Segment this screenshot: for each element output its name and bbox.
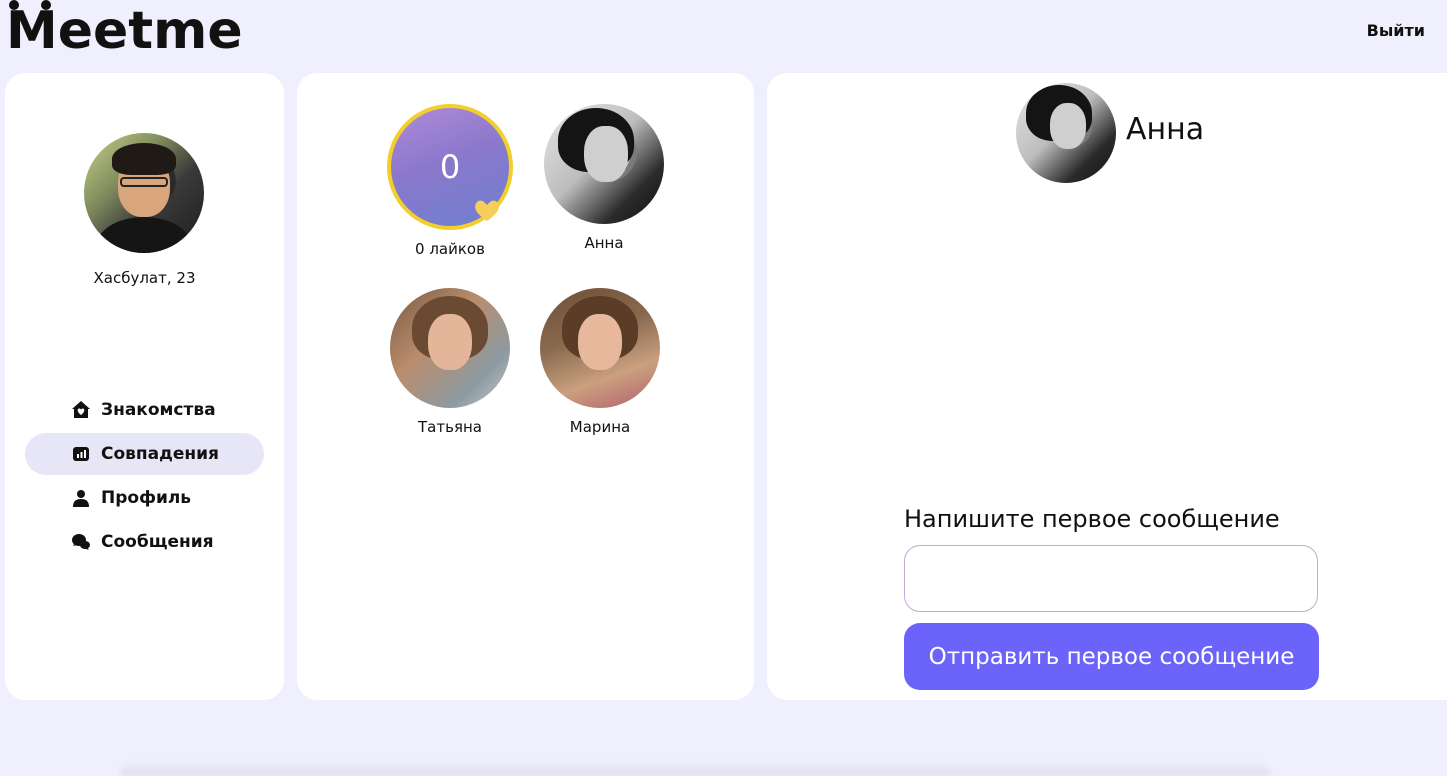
- sidebar-panel: Хасбулат, 23 Знакомства Совпадения Профи…: [5, 73, 284, 700]
- bottom-shadow: [120, 762, 1270, 776]
- sidebar-item-label: Совпадения: [101, 444, 219, 464]
- sidebar-item-profile[interactable]: Профиль: [25, 477, 264, 519]
- sidebar-item-label: Сообщения: [101, 532, 214, 552]
- likes-circle[interactable]: 0: [387, 104, 513, 230]
- match-avatar[interactable]: [390, 288, 510, 408]
- sidebar-item-dating[interactable]: Знакомства: [25, 389, 264, 431]
- likes-label: 0 лайков: [415, 240, 485, 258]
- match-name: Анна: [584, 234, 624, 252]
- home-heart-icon: [71, 400, 91, 420]
- sidebar-item-label: Профиль: [101, 488, 192, 508]
- sidebar-item-messages[interactable]: Сообщения: [25, 521, 264, 563]
- message-input[interactable]: [904, 545, 1318, 612]
- logo-dots: [6, 0, 58, 10]
- match-card[interactable]: Марина: [540, 288, 660, 436]
- chat-panel: Анна Напишите первое сообщение Отправить…: [767, 73, 1447, 700]
- likes-card[interactable]: 0 0 лайков: [387, 104, 513, 258]
- logout-button[interactable]: Выйти: [1367, 21, 1425, 40]
- user-avatar[interactable]: [84, 133, 204, 253]
- likes-count: 0: [439, 148, 461, 186]
- match-avatar[interactable]: [544, 104, 664, 224]
- chat-header: Анна: [1016, 83, 1204, 183]
- sidebar-nav: Знакомства Совпадения Профиль Сообщения: [25, 389, 264, 565]
- logo-letter-m: M: [6, 0, 58, 61]
- chat-partner-name: Анна: [1126, 111, 1205, 147]
- chat-partner-avatar[interactable]: [1016, 83, 1116, 183]
- match-card[interactable]: Анна: [544, 104, 664, 252]
- heart-icon: [473, 196, 501, 224]
- chart-icon: [71, 444, 91, 464]
- match-avatar[interactable]: [540, 288, 660, 408]
- match-name: Татьяна: [418, 418, 482, 436]
- send-first-message-button[interactable]: Отправить первое сообщение: [904, 623, 1319, 690]
- logo-text: eetme: [57, 1, 243, 61]
- user-icon: [71, 488, 91, 508]
- sidebar-item-matches[interactable]: Совпадения: [25, 433, 264, 475]
- matches-panel: 0 0 лайков Анна Татьяна Марина: [297, 73, 754, 700]
- match-name: Марина: [569, 418, 631, 436]
- app-logo: M eetme: [6, 0, 243, 66]
- chat-icon: [71, 532, 91, 552]
- match-card[interactable]: Татьяна: [390, 288, 510, 436]
- sidebar-item-label: Знакомства: [101, 400, 216, 420]
- first-message-title: Напишите первое сообщение: [904, 505, 1280, 533]
- user-name-age: Хасбулат, 23: [93, 269, 196, 287]
